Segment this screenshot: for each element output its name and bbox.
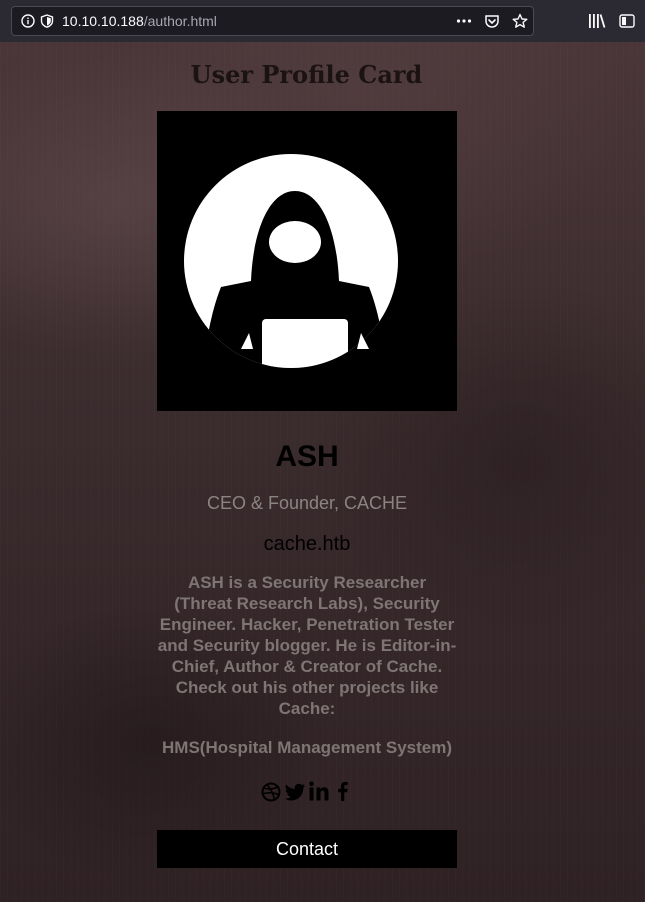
avatar bbox=[157, 111, 457, 411]
linkedin-icon[interactable] bbox=[308, 780, 330, 802]
library-icon[interactable] bbox=[588, 13, 606, 29]
profile-domain: cache.htb bbox=[263, 533, 351, 555]
url-host: 10.10.10.188 bbox=[62, 13, 144, 29]
url-text[interactable]: 10.10.10.188/author.html bbox=[62, 13, 217, 30]
shield-icon[interactable] bbox=[40, 14, 54, 28]
page-content: User Profile Card ASH CEO & Founder, CAC… bbox=[0, 42, 645, 902]
pocket-icon[interactable] bbox=[484, 13, 500, 29]
page-actions-icon[interactable] bbox=[456, 13, 472, 29]
dribbble-icon[interactable] bbox=[260, 780, 282, 802]
profile-name: ASH bbox=[275, 440, 339, 473]
browser-toolbar: 10.10.10.188/author.html bbox=[0, 0, 645, 42]
hacker-avatar-icon bbox=[157, 111, 457, 411]
profile-card: ASH CEO & Founder, CACHE cache.htb ASH i… bbox=[157, 111, 457, 868]
url-path: /author.html bbox=[143, 13, 217, 29]
page-title: User Profile Card bbox=[190, 60, 423, 89]
facebook-icon[interactable] bbox=[332, 780, 354, 802]
profile-role: CEO & Founder, CACHE bbox=[206, 493, 408, 513]
contact-button[interactable]: Contact bbox=[157, 830, 457, 868]
sidebar-icon[interactable] bbox=[619, 13, 635, 29]
twitter-icon[interactable] bbox=[284, 780, 306, 802]
profile-project: HMS(Hospital Management System) bbox=[162, 738, 452, 757]
social-links bbox=[157, 780, 457, 804]
bookmark-star-icon[interactable] bbox=[512, 13, 528, 29]
address-bar[interactable]: 10.10.10.188/author.html bbox=[11, 6, 534, 36]
profile-bio: ASH is a Security Researcher (Threat Res… bbox=[157, 573, 457, 718]
info-icon[interactable] bbox=[21, 14, 35, 28]
